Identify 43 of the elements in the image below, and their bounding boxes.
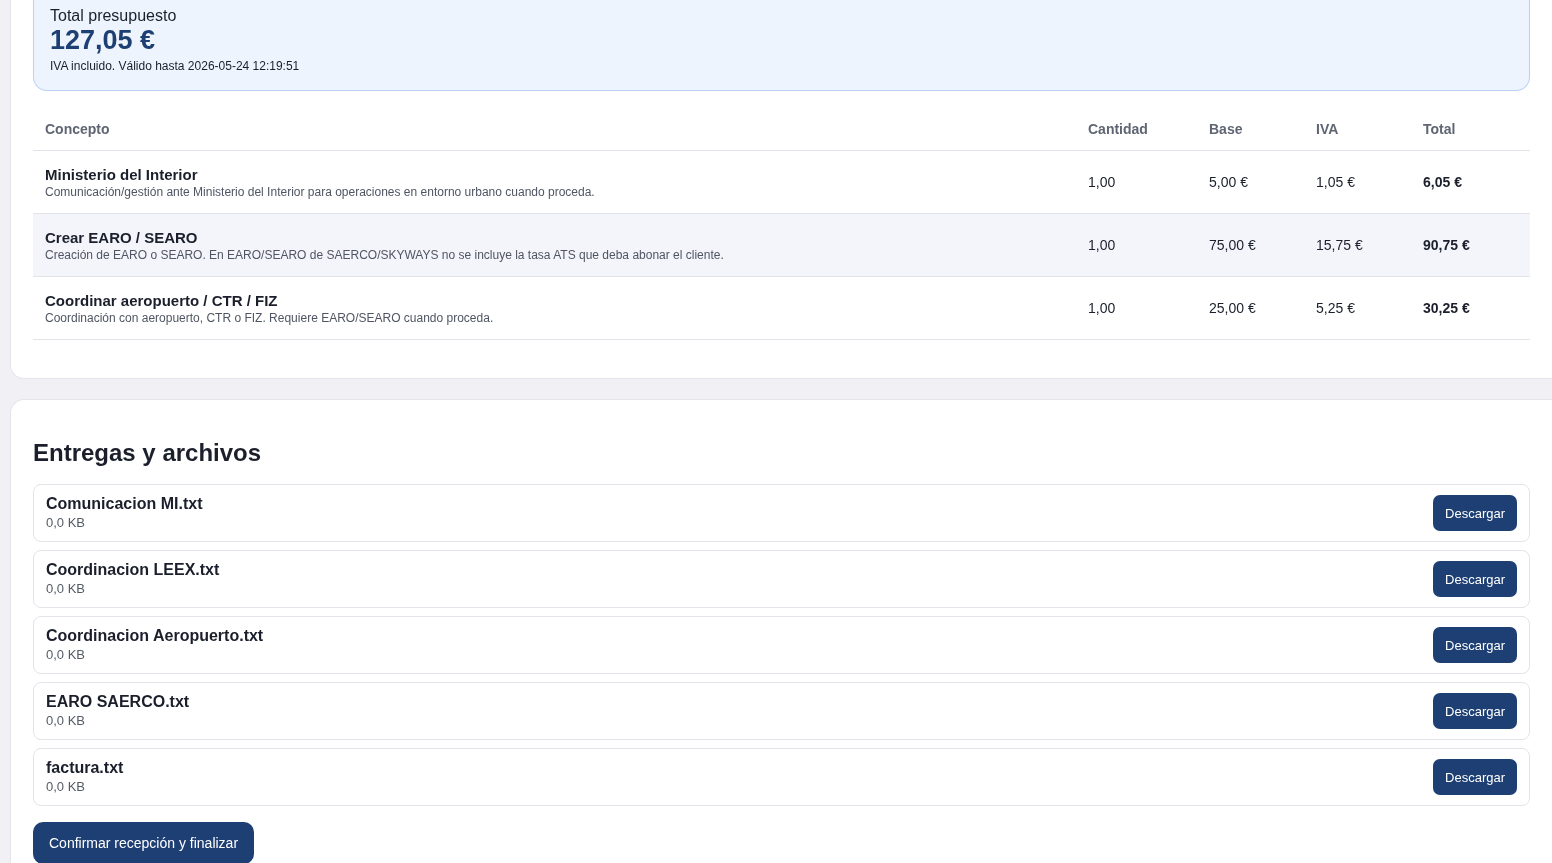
table-cell-text: 90,75 € [1423, 237, 1471, 253]
table-cell-text: 30,25 € [1423, 300, 1471, 316]
download-button[interactable]: Descargar [1433, 561, 1517, 597]
file-size: 0,0 KB [46, 514, 87, 532]
table-cell-text: 1,00 [1088, 300, 1117, 316]
file-name: Coordinacion Aeropuerto.txt [46, 626, 264, 646]
file-size: 0,0 KB [46, 580, 87, 598]
table-cell-text: 1,05 € [1316, 174, 1356, 190]
download-button[interactable]: Descargar [1433, 693, 1517, 729]
column-header: Total [1423, 121, 1457, 137]
total-label: Total presupuesto [50, 6, 178, 26]
table-cell-text: 1,00 [1088, 237, 1117, 253]
table-cell-text: 15,75 € [1316, 237, 1364, 253]
column-header: Concepto [45, 121, 111, 137]
concept-title: Crear EARO / SEARO [45, 227, 199, 247]
file-name: EARO SAERCO.txt [46, 692, 190, 712]
concept-description: Coordinación con aeropuerto, CTR o FIZ. Requiere EARO/SEARO cuando proceda. [45, 309, 495, 326]
file-name: Coordinacion LEEX.txt [46, 560, 220, 580]
download-button[interactable]: Descargar [1433, 495, 1517, 531]
file-size: 0,0 KB [46, 778, 87, 796]
download-button[interactable]: Descargar [1433, 759, 1517, 795]
file-size: 0,0 KB [46, 646, 87, 664]
table-cell-text: 6,05 € [1423, 174, 1463, 190]
concept-description: Comunicación/gestión ante Ministerio del Interior para operaciones en entorno urbano cuando proceda. [45, 183, 596, 200]
file-size: 0,0 KB [46, 712, 87, 730]
file-name: factura.txt [46, 758, 124, 778]
table-cell-text: 5,25 € [1316, 300, 1356, 316]
file-name: Comunicacion MI.txt [46, 494, 203, 514]
column-header: IVA [1316, 121, 1340, 137]
table-cell-text: 1,00 [1088, 174, 1117, 190]
validity-note: IVA incluido. Válido hasta 2026-05-24 12:19:51 [50, 58, 301, 75]
concept-title: Ministerio del Interior [45, 164, 199, 184]
column-header: Cantidad [1088, 121, 1149, 137]
section-title: Entregas y archivos [33, 438, 263, 468]
table-cell-text: 25,00 € [1209, 300, 1257, 316]
column-header: Base [1209, 121, 1244, 137]
download-button[interactable]: Descargar [1433, 627, 1517, 663]
concept-title: Coordinar aeropuerto / CTR / FIZ [45, 290, 279, 310]
confirm-button[interactable]: Confirmar recepción y finalizar [33, 822, 255, 863]
table-cell-text: 75,00 € [1209, 237, 1257, 253]
concept-description: Creación de EARO o SEARO. En EARO/SEARO de SAERCO/SKYWAYS no se incluye la tasa ATS que deba abonar el cliente. [45, 246, 725, 263]
table-cell-text: 5,00 € [1209, 174, 1249, 190]
total-amount: 127,05 € [50, 26, 157, 54]
